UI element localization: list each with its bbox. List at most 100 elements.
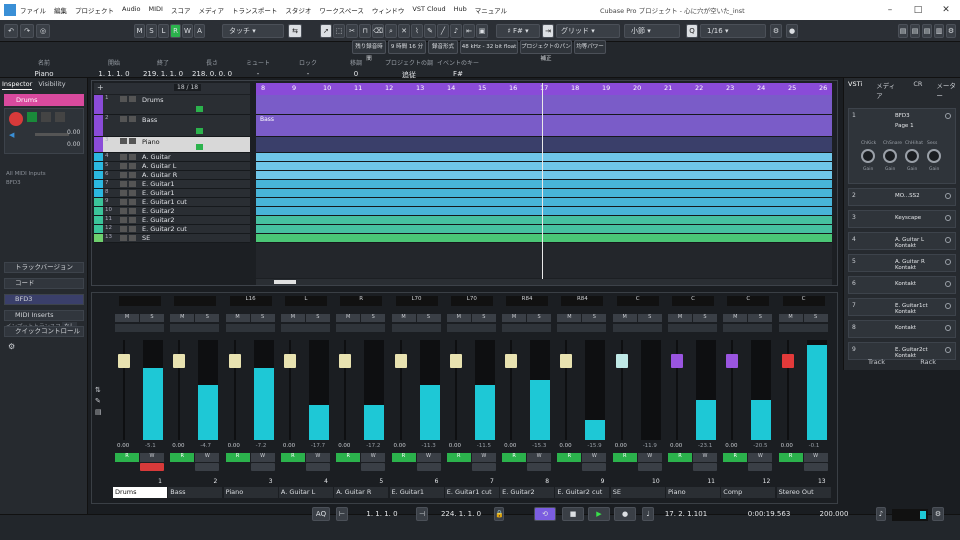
pan-control[interactable]: C xyxy=(727,296,770,306)
vsti-tab[interactable]: メーター xyxy=(936,80,960,100)
write-button[interactable]: W xyxy=(140,453,164,462)
write-button[interactable]: W xyxy=(305,453,330,462)
split-icon[interactable]: ✂ xyxy=(346,24,358,38)
mute-button[interactable] xyxy=(120,181,127,187)
solo-button[interactable] xyxy=(129,172,136,178)
layout-right-icon[interactable]: ▤ xyxy=(922,24,932,38)
fader-handle[interactable] xyxy=(394,354,407,368)
write-button[interactable]: W xyxy=(693,453,717,462)
quick-control-knob[interactable] xyxy=(883,149,897,163)
play-icon[interactable]: ▶ xyxy=(588,507,610,521)
pan-control[interactable]: R xyxy=(340,296,383,306)
channel-controls[interactable] xyxy=(336,324,386,332)
record-icon[interactable]: ● xyxy=(614,507,636,521)
solo-button[interactable]: S xyxy=(527,314,552,322)
menu-item[interactable]: マニュアル xyxy=(475,5,507,15)
channel-name[interactable]: E. Guitar1 cut xyxy=(444,487,499,498)
fader-handle[interactable] xyxy=(118,354,130,368)
mute-button[interactable]: M xyxy=(115,314,139,322)
read-button[interactable]: R xyxy=(446,453,471,462)
channel-controls[interactable] xyxy=(612,324,662,332)
add-track-icon[interactable]: + xyxy=(97,83,104,92)
solo-button[interactable]: S xyxy=(693,314,717,322)
solo-button[interactable] xyxy=(129,199,136,205)
track-lane[interactable] xyxy=(256,171,832,180)
audio-quantize-button[interactable]: AQ xyxy=(312,507,330,521)
section-track-versions[interactable]: トラックバージョン xyxy=(4,262,84,273)
solo-button[interactable] xyxy=(129,116,136,122)
solo-button[interactable]: S xyxy=(361,314,386,322)
mode-button[interactable]: R xyxy=(170,24,181,38)
event-display[interactable]: Bass xyxy=(256,95,832,278)
project-setup-field[interactable]: 残り録音時間 xyxy=(352,40,386,62)
channel-name[interactable]: Bass xyxy=(168,487,223,498)
channel-controls[interactable] xyxy=(115,324,164,332)
track-lane[interactable] xyxy=(256,95,832,115)
channel-name[interactable]: A. Guitar R xyxy=(334,487,389,498)
time-warp-icon[interactable]: ⌇ xyxy=(411,24,423,38)
track-lane[interactable] xyxy=(256,162,832,171)
mute-button[interactable]: M xyxy=(668,314,692,322)
vsti-slot[interactable]: 3 Keyscape xyxy=(848,210,956,228)
menu-item[interactable]: メディア xyxy=(198,5,224,15)
range-icon[interactable]: ⬚ xyxy=(333,24,345,38)
track-row[interactable]: 8 E. Guitar1 xyxy=(94,189,250,198)
channel-controls[interactable] xyxy=(502,324,552,332)
locator-left-icon[interactable]: ⊢ xyxy=(336,507,348,521)
menu-item[interactable]: 編集 xyxy=(54,5,67,15)
mute-button[interactable] xyxy=(120,116,127,122)
undo-icon[interactable]: ↶ xyxy=(4,24,18,38)
track-row[interactable]: 6 A. Guitar R xyxy=(94,171,250,180)
record-enable-button[interactable] xyxy=(361,463,386,471)
vsti-power-icon[interactable] xyxy=(945,303,951,309)
solo-button[interactable] xyxy=(129,190,136,196)
minimize-icon[interactable]: – xyxy=(876,0,904,20)
track-lane[interactable] xyxy=(256,115,832,137)
menu-item[interactable]: ウィンドウ xyxy=(372,5,405,15)
solo-button[interactable]: S xyxy=(748,314,773,322)
menu-item[interactable]: Audio xyxy=(122,5,140,15)
channel-name[interactable]: E. Guitar2 cut xyxy=(555,487,610,498)
right-locator[interactable]: 224. 1. 1. 0 xyxy=(430,510,492,518)
pan-control[interactable]: L70 xyxy=(395,296,438,306)
grid-type-select[interactable]: グリッド ▾ xyxy=(556,24,620,38)
info-cell[interactable]: プロジェクトの調 追従 xyxy=(382,58,436,80)
mute-button[interactable]: M xyxy=(280,314,305,322)
record-enable-button[interactable] xyxy=(693,463,717,471)
vsti-power-icon[interactable] xyxy=(945,237,951,243)
channel-name[interactable]: Comp xyxy=(721,487,776,498)
mute-button[interactable]: M xyxy=(446,314,471,322)
pan-control[interactable]: R84 xyxy=(561,296,604,306)
mute-button[interactable]: M xyxy=(778,314,803,322)
mute-button[interactable]: M xyxy=(502,314,527,322)
mixer-channel[interactable]: C M S 0.00 -0.1 R W 13 Stereo Out xyxy=(776,294,831,502)
constrain-icon[interactable]: ◎ xyxy=(36,24,50,38)
mode-button[interactable]: S xyxy=(146,24,157,38)
mixer-channel[interactable]: L M S 0.00 -17.7 R W 4 A. Guitar L xyxy=(278,294,333,502)
locator-right-icon[interactable]: ⊣ xyxy=(416,507,428,521)
track-row[interactable]: 7 E. Guitar1 xyxy=(94,180,250,189)
write-button[interactable]: W xyxy=(803,453,828,462)
vsti-power-icon[interactable] xyxy=(945,325,951,331)
volume-slider[interactable] xyxy=(35,133,69,136)
record-enable-button[interactable] xyxy=(527,463,552,471)
write-button[interactable]: W xyxy=(416,453,441,462)
mixer-channel[interactable]: L16 M S 0.00 -7.2 R W 3 Piano xyxy=(223,294,278,502)
vsti-power-icon[interactable] xyxy=(945,281,951,287)
rack-section-toggle[interactable]: Rack xyxy=(920,358,936,368)
automation-mode-select[interactable]: タッチ ▾ xyxy=(222,24,284,38)
mute-icon[interactable]: ✕ xyxy=(398,24,410,38)
menu-item[interactable]: ファイル xyxy=(20,5,46,15)
track-row[interactable]: 10 E. Guitar2 xyxy=(94,207,250,216)
mixer-channel[interactable]: L70 M S 0.00 -11.5 R W 7 E. Guitar1 cut xyxy=(444,294,499,502)
inspector-settings-icon[interactable]: ⚙ xyxy=(8,342,15,351)
color-tool-icon[interactable]: ▣ xyxy=(476,24,488,38)
solo-button[interactable]: S xyxy=(140,314,164,322)
stop-icon[interactable]: ■ xyxy=(562,507,584,521)
track-row[interactable]: 13 SE xyxy=(94,234,250,243)
mixer-link-icon[interactable]: ⇅ xyxy=(95,386,107,394)
solo-button[interactable] xyxy=(129,235,136,241)
mode-button[interactable]: A xyxy=(194,24,205,38)
channel-name[interactable]: Piano xyxy=(666,487,720,498)
channel-controls[interactable] xyxy=(557,324,607,332)
